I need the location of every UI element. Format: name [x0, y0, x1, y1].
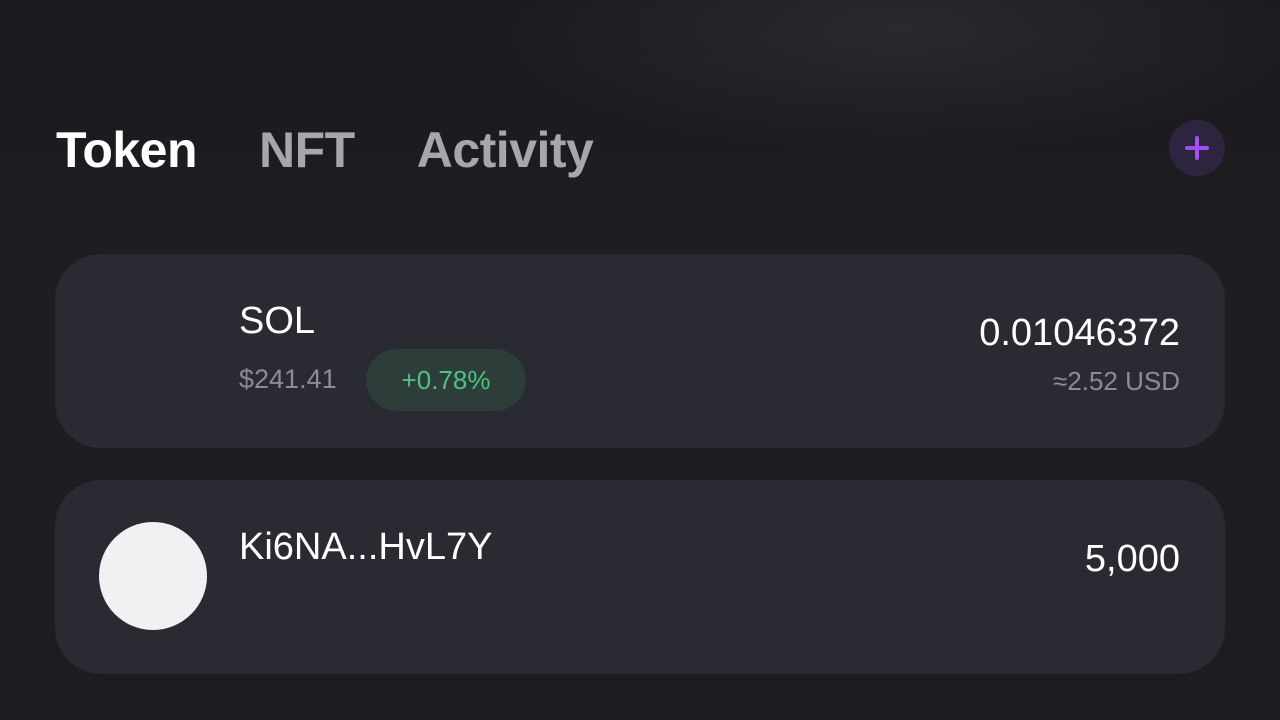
plus-icon [1185, 136, 1209, 160]
token-name: SOL [239, 300, 316, 342]
tab-nft[interactable]: NFT [259, 118, 355, 182]
token-row-ki6na[interactable]: Ki6NA...HvL7Y 5,000 [55, 480, 1225, 674]
token-balance: 0.01046372 [979, 312, 1180, 354]
token-usd-value: ≈2.52 USD [1053, 366, 1180, 396]
wallet-screen: Token NFT Activity SOL $241.41 +0.78% 0.… [0, 0, 1280, 720]
token-balance: 5,000 [1084, 538, 1180, 580]
tab-token[interactable]: Token [56, 118, 198, 182]
token-row-sol[interactable]: SOL $241.41 +0.78% 0.01046372 ≈2.52 USD [55, 254, 1225, 448]
token-avatar-icon [99, 522, 207, 630]
tab-activity[interactable]: Activity [417, 118, 594, 182]
token-name: Ki6NA...HvL7Y [239, 526, 493, 568]
add-token-button[interactable] [1169, 120, 1225, 176]
token-price: $241.41 [239, 364, 337, 394]
tab-bar: Token NFT Activity [56, 118, 594, 182]
price-change-badge: +0.78% [366, 349, 526, 411]
